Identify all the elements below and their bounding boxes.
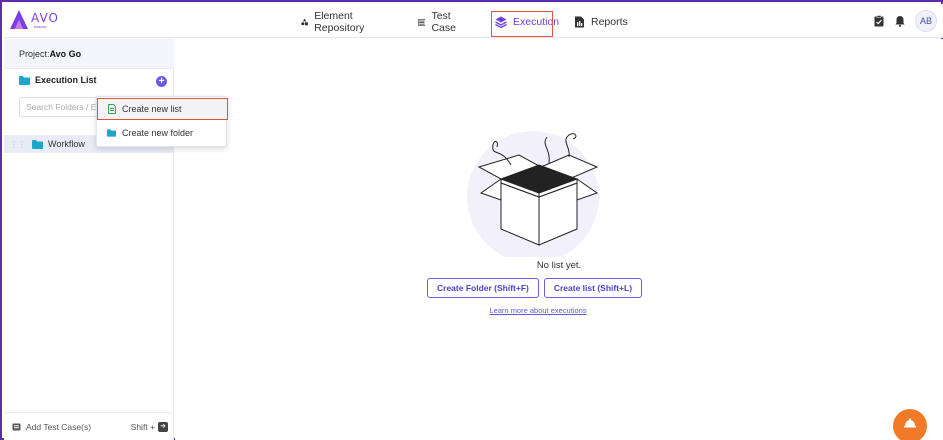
nav-test-case[interactable]: Test Case <box>418 10 461 34</box>
nav-element-repository[interactable]: Element Repository <box>301 10 369 34</box>
brand-subtitle: Assure <box>34 24 47 29</box>
add-test-case-icon <box>12 423 21 430</box>
empty-box-illustration <box>467 131 599 257</box>
add-test-case-label[interactable]: Add Test Case(s) <box>26 422 91 432</box>
empty-state-text: No list yet. <box>536 260 582 271</box>
shortcut-text: Shift + <box>130 421 155 432</box>
brand-name: AVO <box>31 11 59 25</box>
avo-logo-icon <box>10 10 28 29</box>
folder-icon <box>32 139 43 149</box>
shortcut-hint: Shift + ➜ <box>130 421 168 432</box>
drag-handle-icon[interactable]: ⋮⋮ <box>10 140 32 149</box>
create-menu: Create new list Create new folder <box>96 96 228 147</box>
nav-label: Test Case <box>431 10 456 34</box>
report-file-icon <box>575 16 584 28</box>
learn-more-link[interactable]: Learn more about executions <box>175 306 901 315</box>
menu-item-label: Create new list <box>122 104 182 114</box>
create-list-button[interactable]: Create list (Shift+L) <box>543 278 643 298</box>
folder-icon <box>107 129 116 137</box>
create-new-folder-item[interactable]: Create new folder <box>97 122 228 144</box>
menu-item-label: Create new folder <box>122 128 194 138</box>
app-window: AVO Assure Element Repository Test Case … <box>0 0 943 440</box>
avo-logo[interactable]: AVO Assure <box>9 9 59 33</box>
create-new-list-item[interactable]: Create new list <box>97 98 228 120</box>
folder-icon <box>19 75 30 85</box>
empty-state-actions: Create Folder (Shift+F) Create list (Shi… <box>427 278 647 298</box>
service-bell-icon <box>904 418 916 428</box>
top-header: AVO Assure Element Repository Test Case … <box>4 4 943 38</box>
nav-label: Reports <box>591 16 628 28</box>
user-avatar[interactable]: AB <box>915 10 937 32</box>
execution-list-label: Execution List <box>35 75 97 85</box>
header-actions: AB <box>873 10 937 32</box>
project-name: Avo Go <box>49 49 82 59</box>
nav-label: Element Repository <box>314 10 365 34</box>
bell-icon[interactable] <box>894 15 906 27</box>
list-doc-icon <box>108 104 116 114</box>
execution-list-header: Execution List <box>19 75 97 85</box>
main-content: No list yet. Create Folder (Shift+F) Cre… <box>175 39 943 440</box>
project-bar: Project:Avo Go <box>4 39 174 69</box>
shapes-icon <box>301 18 308 26</box>
help-button[interactable] <box>893 409 927 440</box>
active-tab-highlight <box>491 11 553 37</box>
list-icon <box>418 18 426 26</box>
clipboard-icon[interactable] <box>873 15 885 27</box>
create-folder-button[interactable]: Create Folder (Shift+F) <box>427 278 539 298</box>
project-label: Project: <box>19 49 50 59</box>
add-button[interactable]: + <box>156 76 167 87</box>
tree-item-label: Workflow <box>48 139 85 149</box>
sidebar-footer: Add Test Case(s) Shift + ➜ <box>4 412 174 440</box>
nav-reports[interactable]: Reports <box>574 12 628 32</box>
arrow-right-icon: ➜ <box>158 421 168 432</box>
